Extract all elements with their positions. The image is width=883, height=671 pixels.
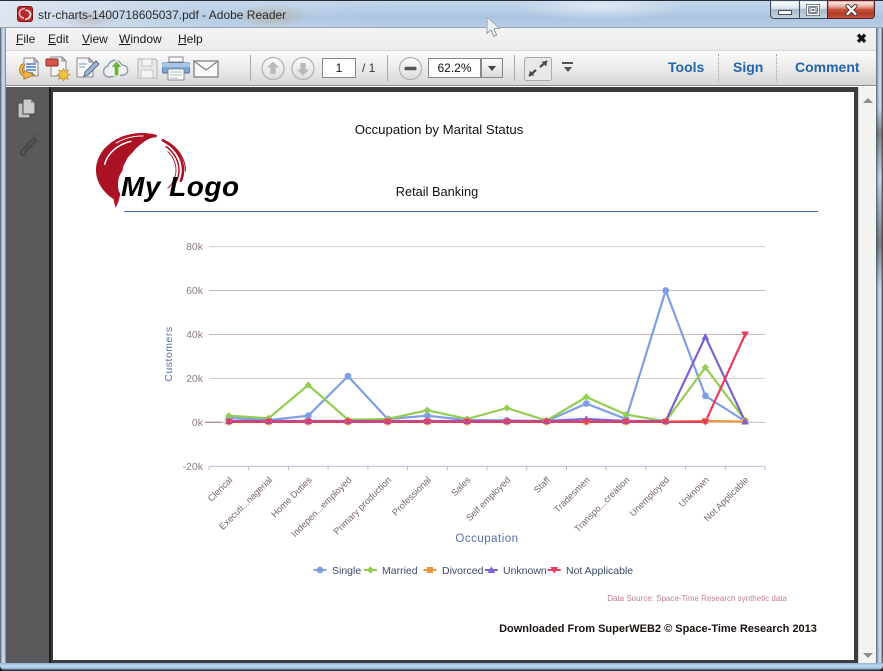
svg-text:20k: 20k [186,373,204,385]
svg-text:Divorced: Divorced [442,565,484,577]
svg-text:0k: 0k [192,417,204,429]
svg-text:Downloaded From SuperWEB2 © Sp: Downloaded From SuperWEB2 © Space-Time R… [499,623,817,635]
svg-text:Occupation: Occupation [455,533,518,545]
svg-text:Data Source: Space-Time Resear: Data Source: Space-Time Research synthet… [607,594,787,603]
svg-text:40k: 40k [186,329,204,341]
svg-text:Unknown: Unknown [677,475,711,509]
svg-text:Clerical: Clerical [206,475,235,504]
svg-text:Staff: Staff [532,475,553,496]
svg-text:80k: 80k [186,241,204,253]
svg-text:Tradesmen: Tradesmen [552,475,592,515]
svg-text:Single: Single [332,565,361,577]
svg-text:Sales: Sales [449,475,473,499]
svg-text:Customers: Customers [163,326,175,381]
svg-text:Not Applicable: Not Applicable [566,565,633,577]
svg-text:60k: 60k [186,285,204,297]
svg-text:Professional: Professional [390,475,433,518]
svg-text:Unemployed: Unemployed [628,475,672,519]
svg-text:Unknown: Unknown [503,565,547,577]
svg-text:Married: Married [382,565,418,577]
svg-text:-20k: -20k [183,461,204,473]
